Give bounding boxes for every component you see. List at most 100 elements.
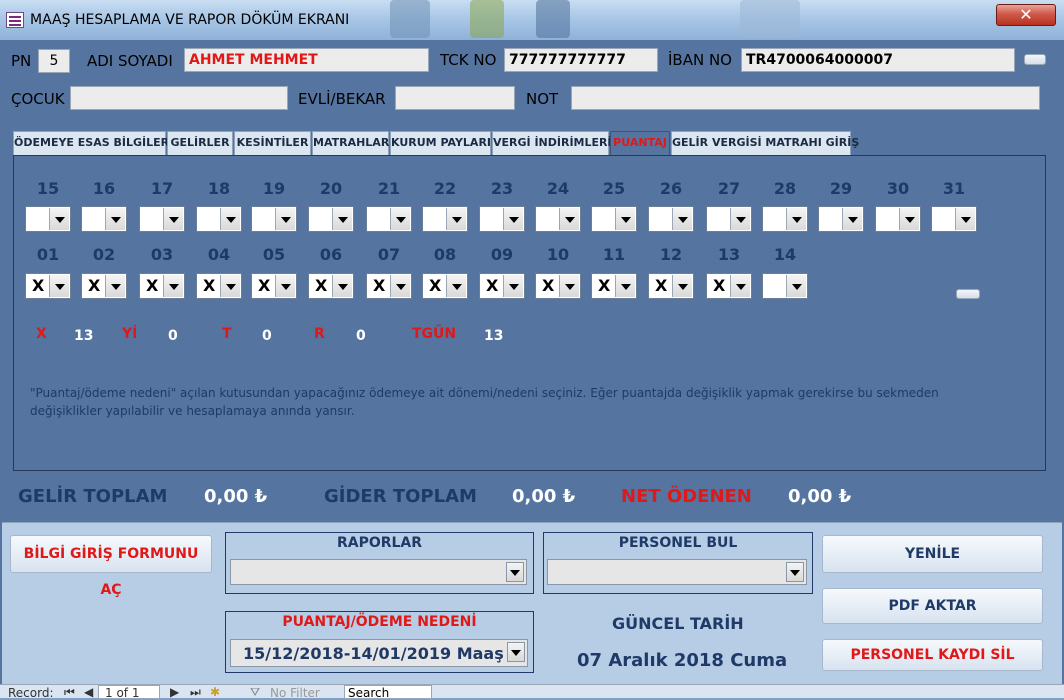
day-attendance-combo[interactable] <box>196 206 242 232</box>
dropdown-arrow-icon[interactable] <box>730 208 750 230</box>
summary-r-value: 0 <box>356 328 366 344</box>
tck-field[interactable]: 777777777777 <box>504 48 658 72</box>
tab-kesintiler[interactable]: KESİNTİLER <box>234 131 311 155</box>
note-field[interactable] <box>571 86 1040 110</box>
day-attendance-combo[interactable] <box>818 206 864 232</box>
name-field[interactable]: AHMET MEHMET <box>184 48 429 72</box>
dropdown-arrow-icon[interactable] <box>390 275 410 297</box>
dropdown-arrow-icon[interactable] <box>163 275 183 297</box>
day-attendance-combo[interactable] <box>762 206 808 232</box>
pdf-export-button[interactable]: PDF AKTAR <box>822 588 1043 624</box>
day-attendance-combo[interactable] <box>875 206 921 232</box>
dropdown-arrow-icon[interactable] <box>503 208 523 230</box>
dropdown-arrow-icon[interactable] <box>332 208 352 230</box>
dropdown-arrow-icon[interactable] <box>220 208 240 230</box>
note-label: NOT <box>526 90 559 108</box>
dropdown-arrow-icon[interactable] <box>275 208 295 230</box>
day-attendance-value: X <box>486 276 499 295</box>
iban-field[interactable]: TR4700064000007 <box>741 48 1015 72</box>
reports-combo[interactable] <box>230 559 527 585</box>
day-attendance-combo[interactable] <box>422 206 468 232</box>
day-attendance-combo[interactable]: X <box>479 273 525 299</box>
tab-kurum-paylari[interactable]: KURUM PAYLARI <box>390 131 491 155</box>
dropdown-arrow-icon[interactable] <box>786 275 806 297</box>
day-attendance-combo[interactable]: X <box>25 273 71 299</box>
day-attendance-combo[interactable] <box>479 206 525 232</box>
marital-field[interactable] <box>395 86 515 110</box>
dropdown-arrow-icon[interactable] <box>955 208 975 230</box>
find-personnel-combo[interactable] <box>547 559 807 585</box>
tab-gelir-vergisi-matrahi[interactable]: GELİR VERGİSİ MATRAHI GİRİŞ <box>671 131 859 155</box>
dropdown-arrow-icon[interactable] <box>899 208 919 230</box>
dropdown-arrow-icon[interactable] <box>390 208 410 230</box>
dropdown-arrow-icon[interactable] <box>786 208 806 230</box>
period-dropdown-arrow-icon[interactable] <box>507 642 525 662</box>
day-attendance-combo[interactable] <box>366 206 412 232</box>
dropdown-arrow-icon[interactable] <box>49 208 69 230</box>
delete-personnel-button[interactable]: PERSONEL KAYDI SİL <box>822 639 1043 671</box>
period-combo[interactable]: 15/12/2018-14/01/2019 Maaş <box>230 639 528 667</box>
dropdown-arrow-icon[interactable] <box>275 275 295 297</box>
day-attendance-combo[interactable] <box>251 206 297 232</box>
pn-field[interactable]: 5 <box>38 49 70 73</box>
close-button[interactable]: ✕ <box>996 4 1056 26</box>
search-field[interactable]: Search <box>344 685 432 700</box>
dropdown-arrow-icon[interactable] <box>842 208 862 230</box>
dropdown-arrow-icon[interactable] <box>332 275 352 297</box>
dropdown-arrow-icon[interactable] <box>672 208 692 230</box>
day-attendance-combo[interactable]: X <box>251 273 297 299</box>
day-attendance-combo[interactable]: X <box>308 273 354 299</box>
day-attendance-combo[interactable]: X <box>366 273 412 299</box>
day-attendance-combo[interactable]: X <box>81 273 127 299</box>
day-attendance-combo[interactable]: X <box>535 273 581 299</box>
day-attendance-combo[interactable] <box>591 206 637 232</box>
day-attendance-combo[interactable] <box>931 206 977 232</box>
dropdown-arrow-icon[interactable] <box>615 208 635 230</box>
dropdown-arrow-icon[interactable] <box>446 208 466 230</box>
tab-vergi-indirimleri[interactable]: VERGİ İNDİRİMLERİ <box>492 131 612 155</box>
day-attendance-combo[interactable]: X <box>648 273 694 299</box>
day-number: 10 <box>546 245 570 264</box>
header-small-button[interactable] <box>1024 54 1046 65</box>
tab-matrahlar[interactable]: MATRAHLAR <box>312 131 389 155</box>
day-attendance-combo[interactable] <box>535 206 581 232</box>
next-record-icon[interactable]: ▶ <box>170 685 179 699</box>
dropdown-arrow-icon[interactable] <box>559 208 579 230</box>
day-attendance-combo[interactable] <box>762 273 808 299</box>
dropdown-arrow-icon[interactable] <box>105 208 125 230</box>
day-attendance-combo[interactable] <box>25 206 71 232</box>
dropdown-arrow-icon[interactable] <box>49 275 69 297</box>
new-record-icon[interactable]: ✱ <box>210 685 220 699</box>
day-attendance-combo[interactable]: X <box>706 273 752 299</box>
day-attendance-combo[interactable] <box>308 206 354 232</box>
day-attendance-combo[interactable]: X <box>591 273 637 299</box>
day-attendance-combo[interactable] <box>706 206 752 232</box>
dropdown-arrow-icon[interactable] <box>446 275 466 297</box>
refresh-button[interactable]: YENİLE <box>822 535 1043 573</box>
dropdown-arrow-icon[interactable] <box>730 275 750 297</box>
dropdown-arrow-icon[interactable] <box>503 275 523 297</box>
record-position-field[interactable]: 1 of 1 <box>98 685 160 700</box>
dropdown-arrow-icon[interactable] <box>105 275 125 297</box>
previous-record-icon[interactable]: ◀ <box>84 685 93 699</box>
day-attendance-combo[interactable] <box>81 206 127 232</box>
tab-odemeye-esas[interactable]: ÖDEMEYE ESAS BİLGİLER <box>13 131 169 155</box>
day-attendance-combo[interactable]: X <box>422 273 468 299</box>
dropdown-arrow-icon[interactable] <box>672 275 692 297</box>
child-field[interactable] <box>70 86 288 110</box>
dropdown-arrow-icon[interactable] <box>220 275 240 297</box>
find-personnel-dropdown-arrow-icon[interactable] <box>786 562 804 582</box>
dropdown-arrow-icon[interactable] <box>615 275 635 297</box>
day-attendance-combo[interactable] <box>648 206 694 232</box>
day-number: 30 <box>886 179 910 198</box>
day-attendance-combo[interactable] <box>139 206 185 232</box>
grid-small-button[interactable] <box>956 289 980 299</box>
tab-gelirler[interactable]: GELİRLER <box>167 131 233 155</box>
open-info-form-button[interactable]: BİLGİ GİRİŞ FORMUNU AÇ <box>10 535 212 598</box>
day-attendance-combo[interactable]: X <box>196 273 242 299</box>
dropdown-arrow-icon[interactable] <box>559 275 579 297</box>
reports-dropdown-arrow-icon[interactable] <box>506 562 524 582</box>
dropdown-arrow-icon[interactable] <box>163 208 183 230</box>
day-attendance-combo[interactable]: X <box>139 273 185 299</box>
tab-puantaj[interactable]: PUANTAJ <box>610 131 670 156</box>
